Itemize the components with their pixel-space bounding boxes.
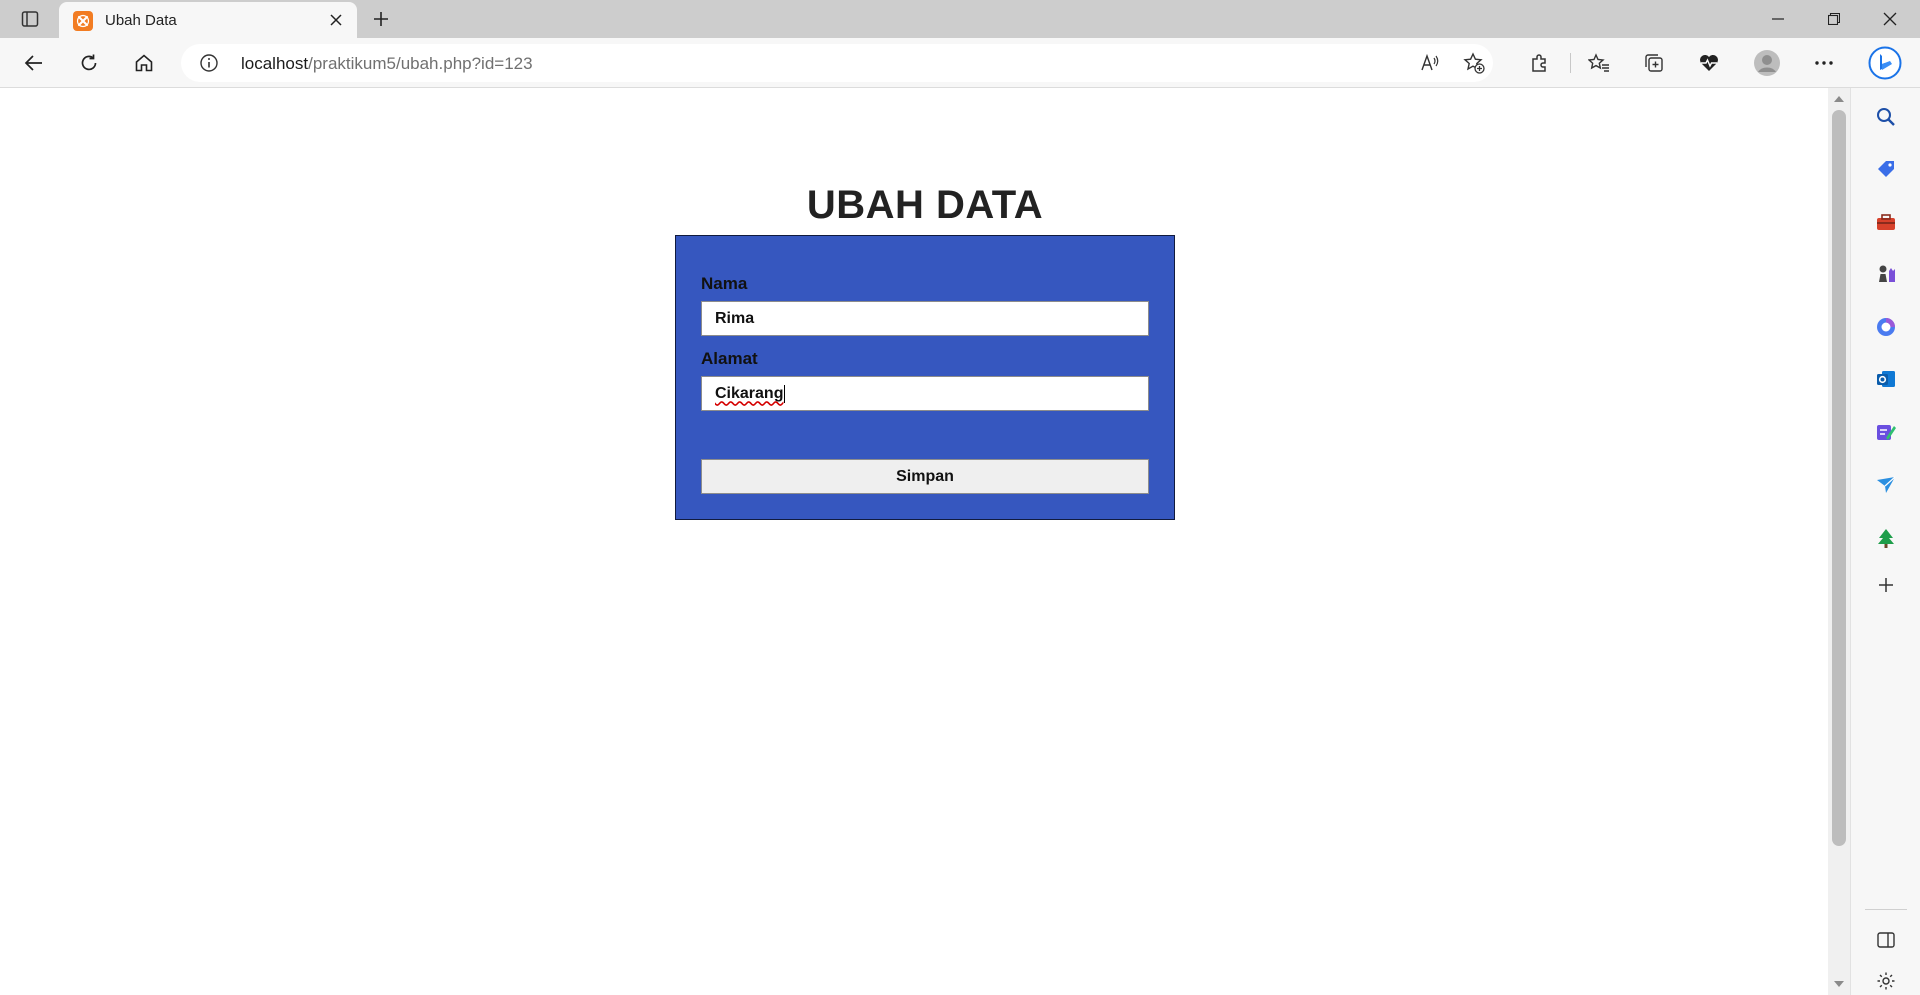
new-tab-button[interactable] (368, 6, 394, 32)
bing-copilot-button[interactable] (1866, 44, 1904, 82)
edge-sidebar (1850, 88, 1920, 995)
collections-button[interactable] (1638, 47, 1670, 79)
add-icon (1879, 578, 1893, 592)
close-icon (1883, 12, 1897, 26)
tools-icon (1877, 214, 1895, 230)
back-icon (24, 55, 42, 71)
scroll-thumb[interactable] (1832, 110, 1846, 846)
refresh-icon (81, 54, 97, 71)
sidebar-send-button[interactable] (1873, 472, 1899, 498)
bing-icon (1868, 46, 1902, 80)
tree-icon (1878, 529, 1894, 548)
home-icon (135, 54, 153, 72)
sidebar-search-button[interactable] (1873, 104, 1899, 130)
site-info-icon[interactable] (199, 53, 219, 73)
address-url[interactable]: localhost/praktikum5/ubah.php?id=123 (241, 54, 533, 74)
refresh-button[interactable] (73, 47, 105, 79)
browser-tab[interactable]: Ubah Data (59, 2, 357, 38)
read-aloud-icon (1421, 53, 1439, 71)
minimize-button[interactable] (1750, 0, 1806, 38)
sidebar-tree-button[interactable] (1873, 525, 1899, 551)
restore-button[interactable] (1806, 0, 1862, 38)
add-favorite-button[interactable] (1461, 50, 1487, 76)
minimize-icon (1772, 18, 1784, 20)
send-icon (1877, 476, 1896, 493)
read-aloud-button[interactable] (1417, 50, 1443, 76)
office-icon (1877, 318, 1895, 336)
plus-icon (374, 12, 388, 26)
browser-toolbar: localhost/praktikum5/ubah.php?id=123 (0, 38, 1920, 88)
tab-actions-icon (21, 11, 39, 27)
toolbar-divider (1570, 53, 1571, 73)
profile-icon (1754, 50, 1780, 76)
tab-close-button[interactable] (325, 9, 347, 31)
designer-icon (1877, 425, 1896, 440)
scroll-down-arrow-icon[interactable] (1834, 981, 1844, 987)
close-icon (330, 14, 342, 26)
alamat-input[interactable]: Cikarang (701, 376, 1149, 411)
search-icon (1877, 108, 1895, 126)
favorites-icon (1588, 53, 1609, 72)
outlook-icon (1877, 371, 1895, 387)
health-icon (1700, 55, 1718, 71)
sidebar-outlook-button[interactable] (1873, 366, 1899, 392)
scroll-up-arrow-icon[interactable] (1834, 96, 1844, 102)
split-screen-icon (1877, 932, 1895, 948)
page-scrollbar[interactable] (1828, 88, 1850, 995)
address-bar[interactable]: localhost/praktikum5/ubah.php?id=123 (181, 44, 1493, 82)
sidebar-add-button[interactable] (1873, 572, 1899, 598)
sidebar-settings-button[interactable] (1873, 968, 1899, 994)
nama-label: Nama (701, 274, 748, 293)
sidebar-shopping-button[interactable] (1873, 156, 1899, 182)
sidebar-designer-button[interactable] (1873, 419, 1899, 445)
back-button[interactable] (18, 47, 50, 79)
alamat-label: Alamat (701, 349, 758, 368)
tab-title: Ubah Data (105, 12, 177, 29)
tab-actions-button[interactable] (14, 6, 46, 32)
extensions-icon (1532, 54, 1546, 72)
close-window-button[interactable] (1862, 0, 1918, 38)
sidebar-tools-button[interactable] (1873, 209, 1899, 235)
sidebar-office-button[interactable] (1873, 314, 1899, 340)
xampp-favicon-icon (73, 11, 93, 31)
favorites-button[interactable] (1583, 47, 1615, 79)
add-favorite-icon (1463, 52, 1485, 74)
settings-icon (1877, 972, 1895, 990)
sidebar-split-button[interactable] (1873, 927, 1899, 953)
sidebar-divider (1865, 909, 1907, 910)
browser-essentials-button[interactable] (1693, 47, 1725, 79)
more-icon (1815, 61, 1833, 65)
home-button[interactable] (128, 47, 160, 79)
tab-bar: Ubah Data (0, 0, 1920, 38)
shopping-icon (1878, 161, 1894, 177)
address-path: /praktikum5/ubah.php?id=123 (308, 54, 533, 73)
simpan-button[interactable]: Simpan (701, 459, 1149, 494)
collections-icon (1645, 54, 1663, 72)
extensions-button[interactable] (1523, 47, 1555, 79)
restore-icon (1828, 13, 1840, 25)
profile-button[interactable] (1751, 47, 1783, 79)
page-title: UBAH DATA (806, 183, 1044, 227)
games-icon (1879, 265, 1895, 282)
text-caret (784, 384, 786, 403)
alamat-value: Cikarang (715, 384, 784, 402)
sidebar-games-button[interactable] (1873, 261, 1899, 287)
edit-form: Nama Alamat Cikarang Simpan (675, 235, 1175, 520)
page-viewport: UBAH DATA Nama Alamat Cikarang Simpan (0, 89, 1828, 995)
address-host: localhost (241, 54, 309, 73)
settings-more-button[interactable] (1808, 47, 1840, 79)
nama-input[interactable] (701, 301, 1149, 336)
